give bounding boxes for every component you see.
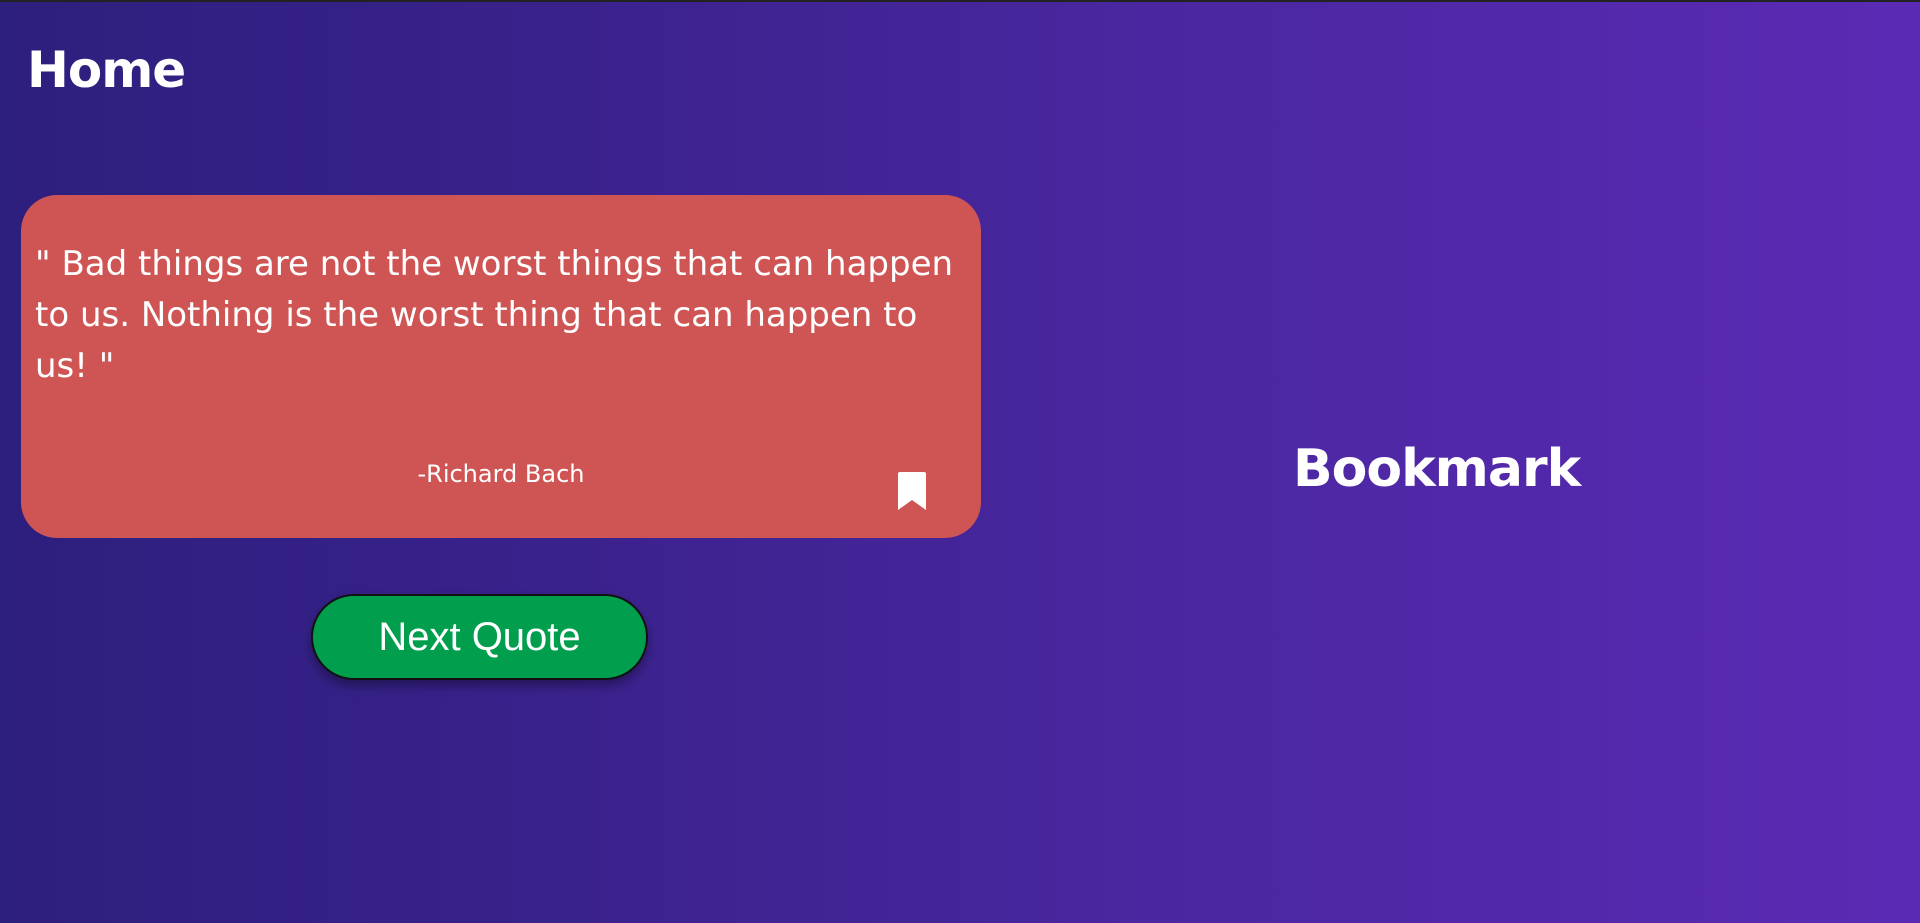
quote-author: -Richard Bach bbox=[417, 460, 585, 488]
quote-card: " Bad things are not the worst things th… bbox=[21, 195, 981, 538]
page-title: Home bbox=[27, 41, 186, 99]
quote-text: " Bad things are not the worst things th… bbox=[35, 244, 954, 386]
next-quote-button[interactable]: Next Quote bbox=[311, 594, 648, 680]
top-border bbox=[0, 0, 1920, 2]
bookmark-icon[interactable] bbox=[898, 472, 926, 510]
bookmark-heading: Bookmark bbox=[1293, 439, 1581, 499]
